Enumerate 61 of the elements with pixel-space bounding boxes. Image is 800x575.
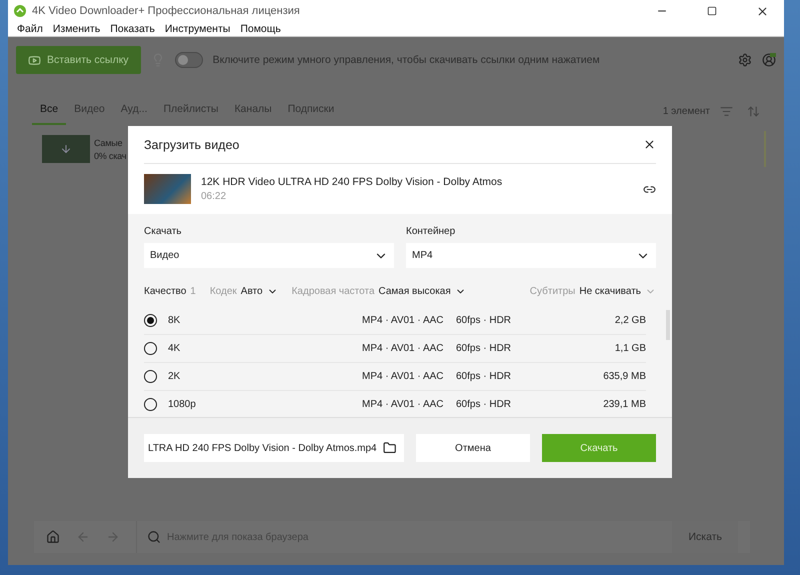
file-size: 239,1 MB [602,399,646,410]
account-icon[interactable] [762,53,776,67]
maximize-icon[interactable] [707,6,717,16]
radio-button[interactable] [144,370,157,383]
filter-dropdown[interactable]: Кадровая частота Самая высокая [292,286,466,297]
quality-name: 2K [168,371,182,382]
format-text: MP4 · AV01 · AAC [362,399,445,410]
fps-text: 60fps · HDR [456,371,512,382]
item-count: 1 элемент [662,106,711,116]
file-size: 1,1 GB [614,343,646,354]
download-type-select[interactable]: Видео [144,243,394,268]
smart-mode-toggle[interactable] [174,52,203,68]
radio-button[interactable] [144,342,157,355]
photo-placeholder [144,174,191,204]
video-duration: 06:22 [201,191,228,202]
video-thumbnail [42,135,90,163]
quality-option[interactable]: 4K MP4 · AV01 · AAC 60fps · HDR 1,1 GB [144,335,646,363]
tab[interactable]: Все [32,97,66,125]
download-title: Самые [94,138,124,148]
quality-label: Качество [144,286,186,297]
fps-text: 60fps · HDR [456,343,512,354]
video-title: 12K HDR Video ULTRA HD 240 FPS Dolby Vision - Dolby Atmos [201,176,504,188]
dialog-title: Загрузить видео [144,138,240,152]
format-text: MP4 · AV01 · AAC [362,315,445,326]
quality-name: 4K [168,343,182,354]
filter-dropdown[interactable]: Кодек Авто [210,286,278,297]
close-icon[interactable] [756,4,768,18]
menu-item[interactable]: Инструменты [160,23,236,35]
container-select[interactable]: MP4 [406,243,656,268]
download-status: 0% скач [94,150,126,160]
quality-name: 1080p [168,399,197,410]
file-size: 635,9 MB [602,371,646,382]
cancel-button[interactable]: Отмена [416,434,530,462]
download-label: Скачать [144,226,182,237]
video-play-icon [28,54,41,66]
radio-button[interactable] [144,314,157,327]
fps-text: 60fps · HDR [456,315,512,326]
radio-button[interactable] [144,398,157,411]
file-size: 2,2 GB [614,315,646,326]
menu-item[interactable]: Файл [12,23,48,35]
filename-field[interactable]: LTRA HD 240 FPS Dolby Vision - Dolby Atmos.mp4 [144,434,404,462]
format-text: MP4 · AV01 · AAC [362,343,445,354]
container-label: Контейнер [406,226,456,237]
subtitles-dropdown[interactable]: Субтитры Не скачивать [530,286,656,297]
window-title: 4K Video Downloader+ Профессиональная лицензия [32,5,301,17]
format-text: MP4 · AV01 · AAC [362,371,445,382]
quality-count: 1 [190,286,196,297]
app-logo-icon [14,5,26,17]
quality-option[interactable]: 8K MP4 · AV01 · AAC 60fps · HDR 2,2 GB [144,307,646,335]
menu-item[interactable]: Показать [105,23,160,35]
settings-icon[interactable] [738,53,752,67]
hint-text: Включите режим умного управления, чтобы скачивать ссылки одним нажатием [212,54,601,66]
folder-icon[interactable] [382,441,396,455]
quality-name: 8K [168,315,182,326]
menu-item[interactable]: Изменить [48,23,106,35]
fps-text: 60fps · HDR [456,399,512,410]
search-icon [147,530,161,544]
quality-option[interactable]: 2K MP4 · AV01 · AAC 60fps · HDR 635,9 MB [144,363,646,391]
menu-item[interactable]: Помощь [235,23,286,35]
home-icon[interactable] [46,530,60,544]
close-icon[interactable] [643,138,656,151]
